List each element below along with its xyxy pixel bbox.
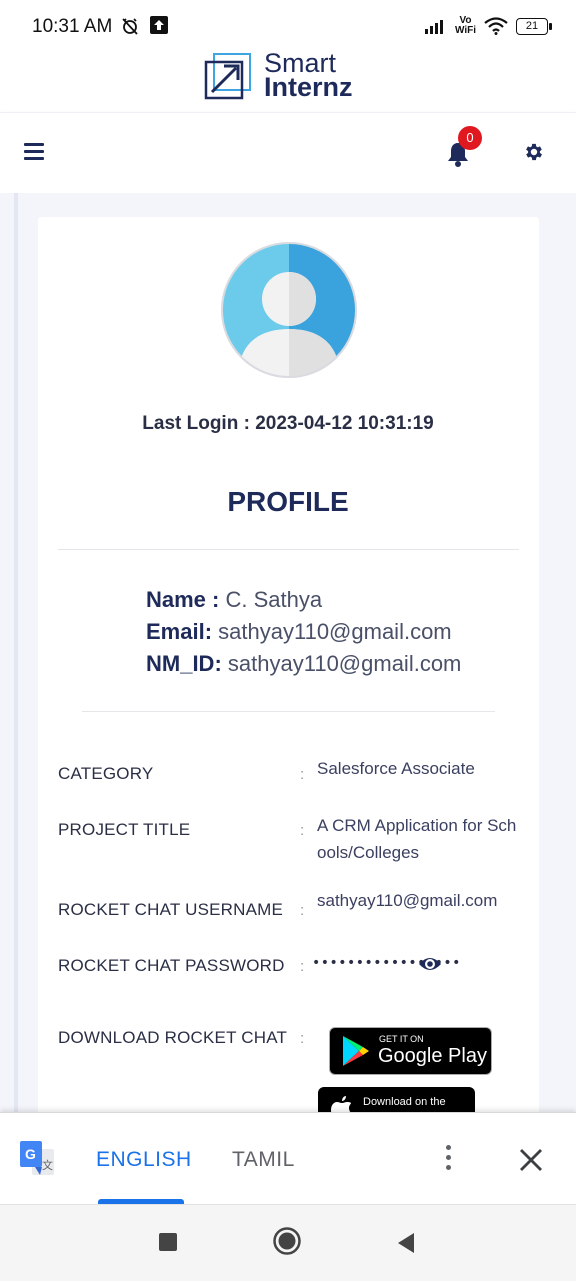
recent-apps-icon[interactable] [159,1233,177,1251]
colon-separator: : [300,1030,305,1047]
email-value: sathyay110@gmail.com [218,619,452,644]
rocket-chat-username-label: ROCKET CHAT USERNAME [58,900,284,919]
vowifi-indicator: Vo WiFi [454,15,476,36]
top-navbar [0,112,576,193]
google-play-icon [343,1036,369,1066]
logo-word-internz: Internz [264,72,353,102]
divider [58,549,519,550]
more-options-icon[interactable] [440,1145,456,1175]
alarm-off-icon [122,18,138,35]
svg-text:文: 文 [42,1158,53,1172]
translate-bar: G 文 ENGLISH TAMIL [0,1112,576,1205]
smartinternz-logo: Smart Internz [204,50,384,102]
avatar [221,242,357,378]
profile-email: Email: sathyay110@gmail.com [146,619,452,645]
rocket-chat-password-label: ROCKET CHAT PASSWORD [58,956,285,975]
logo-mark-icon [204,53,251,100]
svg-text:G: G [25,1146,36,1162]
signal-icon [424,20,443,34]
status-time: 10:31 AM [32,16,113,37]
project-title-label: PROJECT TITLE [58,820,191,839]
category-value: Salesforce Associate [317,759,475,778]
colon-separator: : [300,822,305,839]
language-tab-tamil[interactable]: TAMIL [232,1148,295,1172]
gear-icon[interactable] [523,141,545,163]
download-rocket-chat-label: DOWNLOAD ROCKET CHAT [58,1028,288,1047]
battery-indicator: 21 [516,17,552,35]
show-password-eye-icon[interactable] [418,954,442,974]
colon-separator: : [300,958,305,975]
last-login-text: Last Login : 2023-04-12 10:31:19 [142,413,434,434]
nmid-value: sathyay110@gmail.com [227,651,462,676]
rocket-chat-username-value: sathyay110@gmail.com [317,891,498,910]
language-tab-english[interactable]: ENGLISH [96,1148,192,1172]
category-label: CATEGORY [58,764,154,783]
nmid-label: NM_ID: [146,651,222,676]
google-translate-icon: G 文 [20,1141,54,1175]
colon-separator: : [300,902,305,919]
system-navigation-bar [0,1204,576,1281]
home-icon[interactable] [273,1227,301,1255]
profile-nmid: NM_ID: sathyay110@gmail.com [146,651,461,677]
profile-name: Name : C. Sathya [146,587,322,613]
notification-count-badge: 0 [458,126,482,150]
email-label: Email: [146,619,213,644]
name-label: Name : [146,587,220,612]
page-title: PROFILE [227,486,349,517]
back-icon[interactable] [396,1232,416,1254]
google-play-badge[interactable]: GET IT ON Google Play [329,1027,492,1075]
divider [82,711,495,712]
colon-separator: : [300,766,305,783]
upload-icon [150,16,168,34]
close-icon[interactable] [518,1147,544,1173]
menu-icon[interactable] [24,143,44,161]
wifi-icon [484,17,508,35]
project-title-value: A CRM Application for Schools/Colleges [317,816,517,862]
name-value: C. Sathya [225,587,323,612]
